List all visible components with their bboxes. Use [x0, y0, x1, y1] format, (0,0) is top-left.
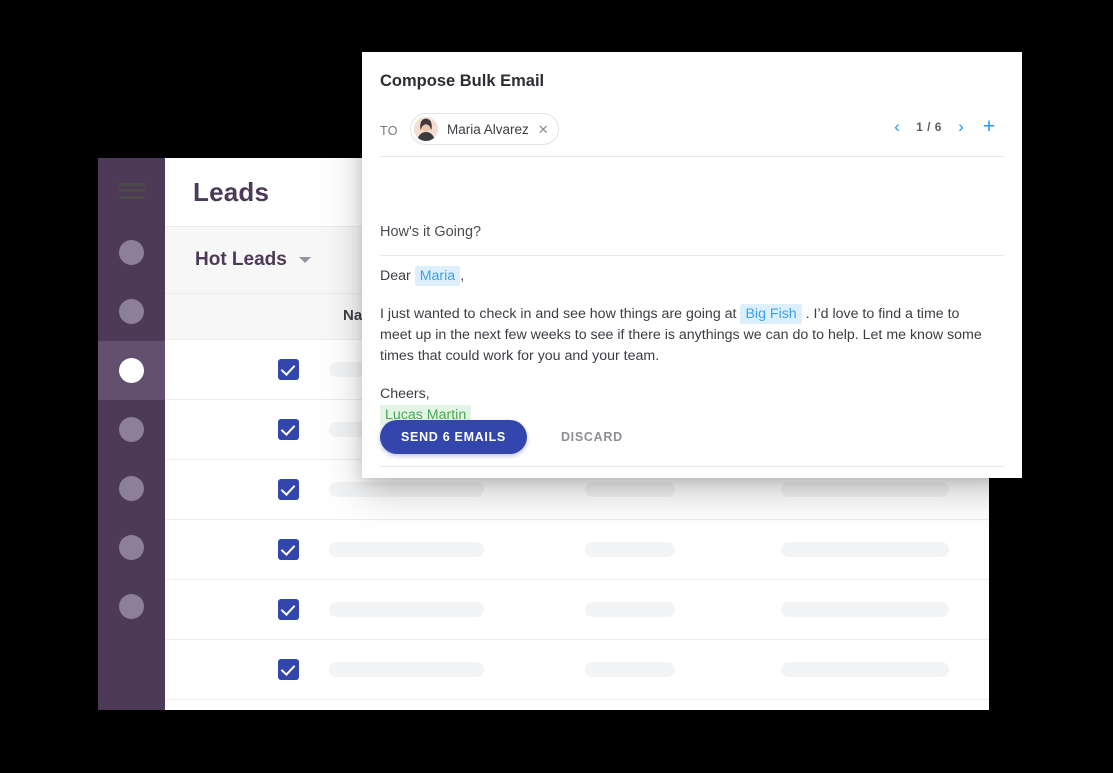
cell-placeholder-3: [781, 662, 949, 677]
table-row[interactable]: [165, 580, 989, 640]
sidebar-item-6[interactable]: [98, 518, 165, 577]
to-label: TO: [380, 124, 398, 138]
row-checkbox[interactable]: [278, 479, 299, 500]
modal-title: Compose Bulk Email: [380, 72, 545, 90]
sidebar-item-5[interactable]: [98, 459, 165, 518]
circle-avatar-icon: [119, 417, 144, 442]
cell-placeholder-2: [585, 482, 675, 497]
plus-icon[interactable]: +: [974, 116, 1004, 138]
page-title: Leads: [193, 176, 270, 207]
sidebar-item-1[interactable]: [98, 223, 165, 282]
cell-placeholder-2: [585, 542, 675, 557]
cell-placeholder-name: [329, 602, 484, 617]
table-row[interactable]: [165, 520, 989, 580]
greeting-prefix: Dear: [380, 268, 411, 284]
compose-bulk-email-modal: Compose Bulk Email TO Maria Alvarez ✕ ‹ …: [362, 52, 1022, 478]
sidebar-item-4[interactable]: [98, 400, 165, 459]
circle-avatar-icon: [119, 594, 144, 619]
signoff-text: Cheers,: [380, 386, 430, 402]
body-paragraph: I just wanted to check in and see how th…: [380, 304, 982, 367]
chevron-left-icon[interactable]: ‹: [884, 115, 910, 139]
sidebar-item-2[interactable]: [98, 282, 165, 341]
cell-placeholder-2: [585, 602, 675, 617]
paragraph-part-1: I just wanted to check in and see how th…: [380, 306, 737, 322]
filter-dropdown-label[interactable]: Hot Leads: [195, 249, 287, 271]
circle-avatar-icon: [119, 240, 144, 265]
row-checkbox[interactable]: [278, 659, 299, 680]
pager-count: 1 / 6: [916, 120, 942, 134]
circle-avatar-icon: [119, 299, 144, 324]
cell-placeholder-2: [585, 662, 675, 677]
close-icon[interactable]: ✕: [538, 123, 549, 136]
greeting-suffix: ,: [460, 268, 465, 284]
cell-placeholder-name: [329, 542, 484, 557]
circle-avatar-icon: [119, 535, 144, 560]
modal-actions: SEND 6 EMAILS DISCARD: [380, 420, 629, 454]
user-photo-avatar: [414, 117, 438, 141]
screenshot-stage: Leads Hot Leads Name: [0, 0, 1113, 773]
sidebar-item-7[interactable]: [98, 577, 165, 636]
divider: [380, 156, 1004, 157]
chevron-down-icon[interactable]: [298, 257, 311, 263]
circle-avatar-icon: [119, 358, 144, 383]
hamburger-icon[interactable]: [118, 182, 145, 199]
recipient-row: TO Maria Alvarez ✕ ‹ 1 / 6 › +: [380, 110, 1004, 154]
email-body-editor[interactable]: Dear Maria, I just wanted to check in an…: [380, 266, 982, 426]
cell-placeholder-3: [781, 542, 949, 557]
discard-button[interactable]: DISCARD: [555, 429, 629, 445]
sidebar-menu-toggle[interactable]: [98, 158, 165, 223]
row-checkbox[interactable]: [278, 599, 299, 620]
chevron-right-icon[interactable]: ›: [948, 115, 974, 139]
cell-placeholder-3: [781, 482, 949, 497]
cell-placeholder-3: [781, 602, 949, 617]
divider: [380, 466, 1004, 467]
merge-token-first-name[interactable]: Maria: [414, 266, 461, 286]
row-checkbox[interactable]: [278, 539, 299, 560]
cell-placeholder-name: [329, 662, 484, 677]
recipient-chip[interactable]: Maria Alvarez ✕: [410, 113, 559, 145]
recipient-name: Maria Alvarez: [447, 121, 529, 137]
table-row[interactable]: [165, 640, 989, 700]
merge-token-company[interactable]: Big Fish: [740, 304, 802, 324]
row-checkbox[interactable]: [278, 419, 299, 440]
avatar: [414, 117, 438, 141]
send-emails-button[interactable]: SEND 6 EMAILS: [380, 420, 527, 454]
body-greeting: Dear Maria,: [380, 266, 982, 287]
circle-avatar-icon: [119, 476, 144, 501]
row-checkbox[interactable]: [278, 359, 299, 380]
sidebar: [98, 158, 165, 710]
divider: [380, 255, 1004, 256]
recipient-pager: ‹ 1 / 6 › +: [884, 115, 1004, 139]
subject-input[interactable]: How's it Going?: [380, 224, 481, 240]
cell-placeholder-name: [329, 482, 484, 497]
sidebar-item-3-active[interactable]: [98, 341, 165, 400]
